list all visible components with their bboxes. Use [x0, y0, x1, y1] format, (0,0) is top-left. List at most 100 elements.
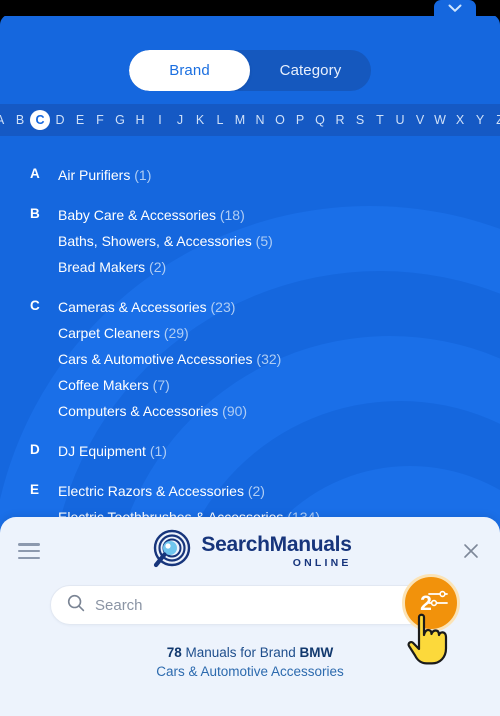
brand-name: BMW	[299, 645, 334, 660]
alphabet-letter-g[interactable]: G	[110, 110, 130, 130]
alphabet-letter-j[interactable]: J	[170, 110, 190, 130]
category-item[interactable]: Cars & Automotive Accessories (32)	[58, 346, 500, 372]
close-icon[interactable]	[460, 540, 482, 562]
category-item-label: Computers & Accessories	[58, 403, 219, 419]
collapse-tab[interactable]	[434, 0, 476, 16]
alphabet-letter-y[interactable]: Y	[470, 110, 490, 130]
alphabet-letter-k[interactable]: K	[190, 110, 210, 130]
alphabet-letter-z[interactable]: Z	[490, 110, 500, 130]
group-items: Baby Care & Accessories (18) Baths, Showe…	[58, 202, 500, 280]
category-item-count: (1)	[130, 167, 152, 183]
category-group: D DJ Equipment (1)	[0, 438, 500, 464]
category-item-count: (32)	[252, 351, 282, 367]
category-item[interactable]: Bread Makers (2)	[58, 254, 500, 280]
category-item-count: (5)	[251, 233, 273, 249]
group-letter-d: D	[30, 442, 40, 457]
alphabet-letter-n[interactable]: N	[250, 110, 270, 130]
category-item[interactable]: Air Purifiers (1)	[58, 162, 500, 188]
alphabet-letter-i[interactable]: I	[150, 110, 170, 130]
category-item[interactable]: Cameras & Accessories (23)	[58, 294, 500, 320]
alphabet-letter-u[interactable]: U	[390, 110, 410, 130]
status-bar	[0, 0, 500, 16]
tab-brand[interactable]: Brand	[129, 50, 250, 91]
category-item-count: (23)	[206, 299, 236, 315]
search-box[interactable]	[50, 585, 450, 625]
category-list: A Air Purifiers (1) B Baby Care & Accessori…	[0, 150, 500, 544]
alphabet-letter-l[interactable]: L	[210, 110, 230, 130]
search-icon	[67, 594, 85, 617]
alphabet-letter-e[interactable]: E	[70, 110, 90, 130]
caption-line-2: Cars & Automotive Accessories	[156, 664, 344, 679]
alphabet-letter-f[interactable]: F	[90, 110, 110, 130]
group-items: Air Purifiers (1)	[58, 162, 500, 188]
logo-text: SearchManuals ONLINE	[201, 534, 351, 569]
category-item[interactable]: Electric Razors & Accessories (2)	[58, 478, 500, 504]
category-group: B Baby Care & Accessories (18) Baths, Show…	[0, 202, 500, 280]
app-root: Brand Category ABCDEFGHIJKLMNOPQRSTUVWXY…	[0, 0, 500, 716]
group-letter-c: C	[30, 298, 40, 313]
category-item-label: Baby Care & Accessories	[58, 207, 216, 223]
category-item-label: Baths, Showers, & Accessories	[58, 233, 252, 249]
hamburger-bar	[18, 543, 40, 546]
group-items: Cameras & Accessories (23) Carpet Cleaner…	[58, 294, 500, 424]
hamburger-bar	[18, 556, 40, 559]
alphabet-letter-d[interactable]: D	[50, 110, 70, 130]
alphabet-letter-s[interactable]: S	[350, 110, 370, 130]
alphabet-letter-t[interactable]: T	[370, 110, 390, 130]
brand-category-toggle: Brand Category	[0, 50, 500, 91]
search-row: 2	[50, 574, 460, 665]
alphabet-letter-p[interactable]: P	[290, 110, 310, 130]
chevron-down-icon	[448, 4, 462, 13]
search-input[interactable]	[95, 596, 449, 614]
category-item[interactable]: Computers & Accessories (90)	[58, 398, 500, 424]
category-item-label: Bread Makers	[58, 259, 146, 275]
alphabet-index-bar: ABCDEFGHIJKLMNOPQRSTUVWXYZ	[0, 104, 500, 136]
category-item[interactable]: DJ Equipment (1)	[58, 438, 500, 464]
site-logo[interactable]: SearchManuals ONLINE	[148, 529, 352, 573]
hamburger-bar	[18, 549, 40, 553]
alphabet-letter-a[interactable]: A	[0, 110, 10, 130]
alphabet-letter-x[interactable]: X	[450, 110, 470, 130]
category-item-label: Air Purifiers	[58, 167, 131, 183]
filter-sliders-icon	[428, 590, 448, 613]
alphabet-letter-o[interactable]: O	[270, 110, 290, 130]
tab-category[interactable]: Category	[250, 50, 371, 91]
alphabet-letter-h[interactable]: H	[130, 110, 150, 130]
category-item-count: (2)	[145, 259, 167, 275]
caption-line-1: 78 Manuals for Brand BMW	[0, 643, 500, 662]
category-item[interactable]: Coffee Makers (7)	[58, 372, 500, 398]
manual-count: 78	[166, 645, 182, 660]
category-item-label: Coffee Makers	[58, 377, 149, 393]
logo-subtitle: ONLINE	[292, 556, 352, 569]
group-letter-b: B	[30, 206, 40, 221]
category-item-label: DJ Equipment	[58, 443, 146, 459]
category-item-count: (90)	[218, 403, 248, 419]
category-item[interactable]: Baths, Showers, & Accessories (5)	[58, 228, 500, 254]
result-caption: 78 Manuals for Brand BMW Cars & Automoti…	[0, 643, 500, 681]
category-group: A Air Purifiers (1)	[0, 162, 500, 188]
caption-middle: Manuals for Brand	[181, 645, 300, 660]
category-item-label: Carpet Cleaners	[58, 325, 160, 341]
alphabet-letter-b[interactable]: B	[10, 110, 30, 130]
category-item-count: (29)	[159, 325, 189, 341]
alphabet-letter-v[interactable]: V	[410, 110, 430, 130]
alphabet-letter-q[interactable]: Q	[310, 110, 330, 130]
alphabet-letter-r[interactable]: R	[330, 110, 350, 130]
category-group: C Cameras & Accessories (23) Carpet Cleane…	[0, 294, 500, 424]
hamburger-menu-icon[interactable]	[18, 543, 40, 559]
filter-count-badge[interactable]: 2	[402, 574, 460, 632]
logo-name: SearchManuals	[201, 532, 352, 556]
category-item-label: Cameras & Accessories	[58, 299, 207, 315]
magnifier-rings-logo-icon	[148, 529, 192, 573]
group-letter-a: A	[30, 166, 40, 181]
category-item[interactable]: Baby Care & Accessories (18)	[58, 202, 500, 228]
category-item-label: Cars & Automotive Accessories	[58, 351, 253, 367]
category-item[interactable]: Carpet Cleaners (29)	[58, 320, 500, 346]
alphabet-letter-c[interactable]: C	[30, 110, 50, 130]
category-item-count: (18)	[215, 207, 245, 223]
alphabet-letter-m[interactable]: M	[230, 110, 250, 130]
group-items: DJ Equipment (1)	[58, 438, 500, 464]
alphabet-letter-w[interactable]: W	[430, 110, 450, 130]
bottom-sheet: SearchManuals ONLINE Search 2 78 Manuals…	[0, 517, 500, 716]
category-item-label: Electric Razors & Accessories	[58, 483, 244, 499]
